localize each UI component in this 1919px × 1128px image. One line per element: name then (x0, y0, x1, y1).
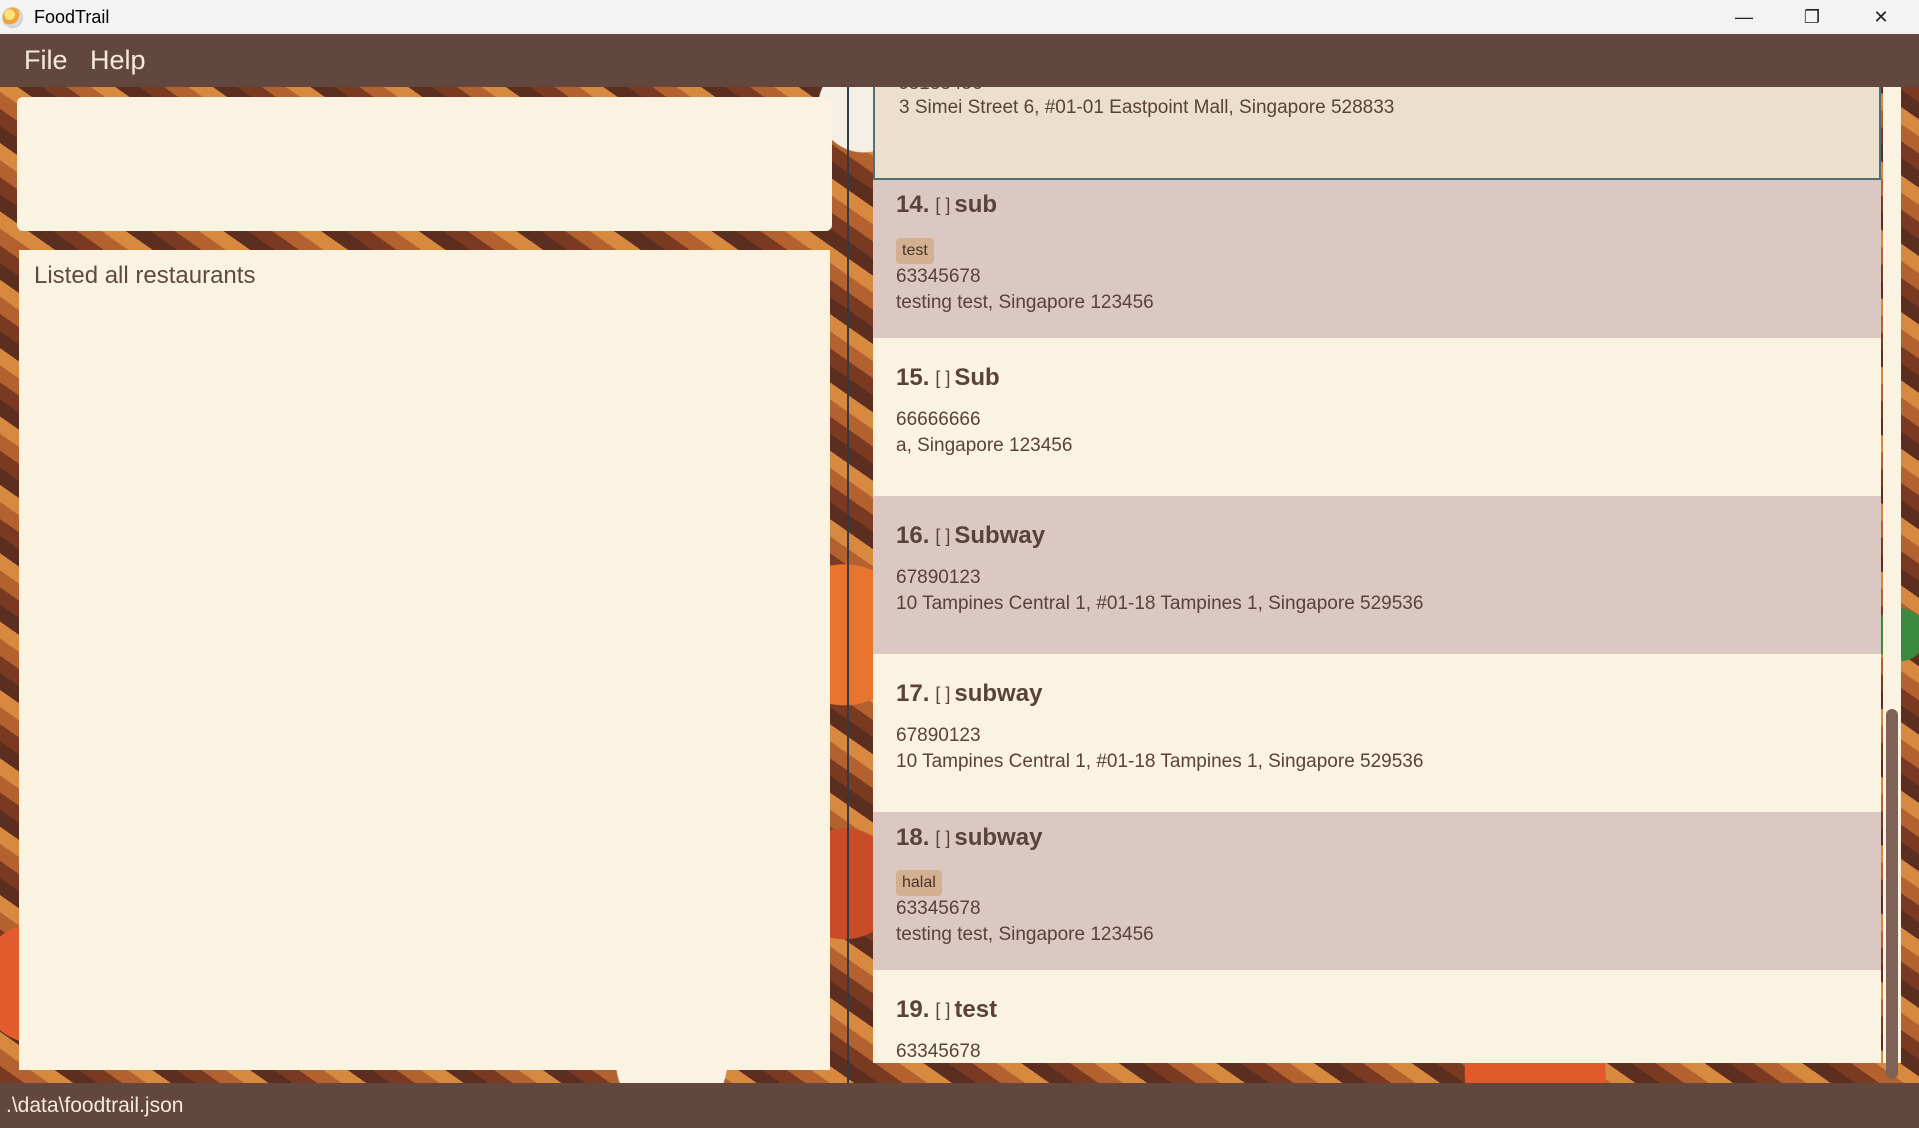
restaurant-name: Subway (954, 522, 1046, 549)
restaurant-phone: 67890123 (896, 567, 981, 588)
restaurant-phone: 63345678 (896, 266, 981, 287)
restaurant-card-19[interactable]: 19. [ ] test 63345678 (873, 970, 1881, 1063)
restaurant-name: Sub (954, 364, 1000, 391)
visited-checkbox[interactable]: [ ] (935, 684, 950, 704)
restaurant-index: 16. (896, 522, 930, 549)
app-logo-icon (2, 7, 23, 28)
restaurant-card-13[interactable]: 63133456 3 Simei Street 6, #01-01 Eastpo… (873, 87, 1881, 180)
visited-checkbox[interactable]: [ ] (935, 368, 950, 388)
restaurant-phone: 67890123 (896, 725, 981, 746)
scrollbar-thumb[interactable] (1886, 709, 1898, 1079)
restaurant-index: 17. (896, 680, 930, 707)
restaurant-index: 19. (896, 996, 930, 1023)
maximize-button[interactable]: ❐ (1778, 0, 1846, 34)
restaurant-index: 15. (896, 364, 930, 391)
close-button[interactable]: ✕ (1847, 0, 1915, 34)
visited-checkbox[interactable]: [ ] (935, 526, 950, 546)
restaurant-index: 18. (896, 824, 930, 851)
restaurant-heading: 17. [ ] subway (896, 680, 1042, 709)
restaurant-card-17[interactable]: 17. [ ] subway 67890123 10 Tampines Centra… (873, 654, 1881, 812)
restaurant-phone: 63133456 (898, 87, 983, 95)
minimize-button[interactable]: — (1710, 0, 1778, 34)
visited-checkbox[interactable]: [ ] (935, 828, 950, 848)
restaurant-card-18[interactable]: 18. [ ] subway halal 63345678 testing test… (873, 812, 1881, 970)
restaurant-address: 10 Tampines Central 1, #01-18 Tampines 1… (896, 751, 1424, 772)
restaurant-address: a, Singapore 123456 (896, 435, 1073, 456)
restaurant-heading: 14. [ ] sub (896, 191, 997, 220)
list-scrollbar[interactable] (1883, 87, 1901, 1079)
restaurant-phone: 63345678 (896, 1041, 981, 1062)
restaurant-address: testing test, Singapore 123456 (896, 292, 1154, 313)
restaurant-card-15[interactable]: 15. [ ] Sub 66666666 a, Singapore 123456 (873, 338, 1881, 496)
window-title: FoodTrail (34, 7, 110, 27)
restaurant-list[interactable]: 63133456 3 Simei Street 6, #01-01 Eastpo… (873, 87, 1881, 1063)
restaurant-name: test (954, 996, 998, 1023)
restaurant-address: 3 Simei Street 6, #01-01 Eastpoint Mall,… (899, 97, 1395, 118)
menu-bar: File Help (0, 34, 1919, 87)
restaurant-card-14[interactable]: 14. [ ] sub test 63345678 testing test, Si… (873, 180, 1881, 338)
restaurant-heading: 18. [ ] subway (896, 824, 1042, 853)
restaurant-heading: 19. [ ] test (896, 996, 997, 1025)
status-bar: .\data\foodtrail.json (0, 1083, 1919, 1128)
restaurant-heading: 15. [ ] Sub (896, 364, 1000, 393)
data-file-path: .\data\foodtrail.json (6, 1094, 184, 1117)
restaurant-name: subway (954, 824, 1043, 851)
title-bar: FoodTrail — ❐ ✕ (0, 0, 1919, 34)
restaurant-name: subway (954, 680, 1043, 707)
restaurant-tag: halal (896, 870, 942, 896)
restaurant-tag: test (896, 238, 934, 264)
split-divider[interactable] (847, 87, 849, 1083)
restaurant-card-16[interactable]: 16. [ ] Subway 67890123 10 Tampines Centra… (873, 496, 1881, 654)
restaurant-phone: 66666666 (896, 409, 981, 430)
visited-checkbox[interactable]: [ ] (935, 1000, 950, 1020)
restaurant-name: sub (954, 191, 998, 218)
app-window: FoodTrail — ❐ ✕ File Help Listed all res… (0, 0, 1919, 1128)
menu-file[interactable]: File (24, 45, 68, 75)
restaurant-address: testing test, Singapore 123456 (896, 924, 1154, 945)
restaurant-index: 14. (896, 191, 930, 218)
restaurant-phone: 63345678 (896, 898, 981, 919)
restaurant-address: 10 Tampines Central 1, #01-18 Tampines 1… (896, 593, 1424, 614)
result-message: Listed all restaurants (34, 262, 256, 289)
command-input[interactable] (17, 97, 832, 231)
result-display: Listed all restaurants (19, 250, 830, 1070)
menu-help[interactable]: Help (90, 45, 146, 75)
restaurant-heading: 16. [ ] Subway (896, 522, 1045, 551)
visited-checkbox[interactable]: [ ] (935, 195, 950, 215)
